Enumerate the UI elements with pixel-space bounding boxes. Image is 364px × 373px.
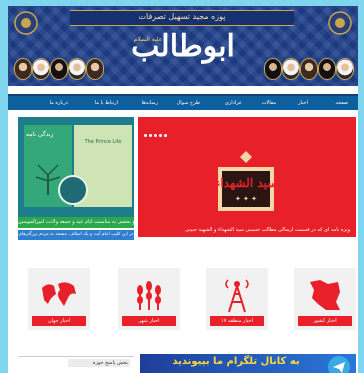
nav-item[interactable]: عزاداری	[225, 97, 242, 109]
nav-item[interactable]: رسانه‌ها	[142, 97, 158, 109]
portrait	[282, 58, 300, 80]
telegram-banner[interactable]: به کانال تلگرام ما بپیوندید	[140, 354, 356, 373]
svg-text:✦ ✦ ✦: ✦ ✦ ✦	[235, 195, 257, 203]
portrait	[14, 58, 32, 80]
nav-item[interactable]: مقالات	[262, 97, 276, 109]
portrait	[264, 58, 282, 80]
featured-slider[interactable]: سید الشهداء ✦ ✦ ✦ ویژه نامه ای که در قسم…	[138, 117, 356, 237]
book-title: زندگی نامه	[26, 131, 54, 138]
portrait	[50, 58, 68, 80]
banner-subtitle: پوزه مجید تسهیل تصرفات	[138, 12, 226, 21]
portrait	[300, 58, 318, 80]
category-card-region[interactable]: اخبار منطقه ۱۷	[206, 268, 268, 330]
book-promo-tile[interactable]: زندگی نامه The Prince Life	[18, 117, 134, 217]
portrait	[336, 58, 354, 80]
promo-link[interactable]: مسابقه دو بخشی به مناسبت ایام عید و جمعه…	[18, 217, 134, 228]
portrait	[32, 58, 50, 80]
nav-item[interactable]: درباره ما	[50, 97, 68, 109]
emblem-icon	[328, 11, 352, 35]
sidebar-widget: بخش پاسخ حوزه	[18, 356, 134, 373]
radio-tower-icon	[225, 279, 249, 313]
header-banner: پوزه مجید تسهیل تصرفات ابوطالب علیه السل…	[8, 6, 358, 86]
category-card-country[interactable]: اخبار کشور	[294, 268, 356, 330]
category-card-world[interactable]: اخبار جهان	[28, 268, 90, 330]
world-map-icon	[42, 282, 76, 306]
telegram-banner-text: به کانال تلگرام ما بپیوندید	[172, 356, 300, 367]
page-frame: پوزه مجید تسهیل تصرفات ابوطالب علیه السل…	[8, 6, 358, 373]
nav-item[interactable]: ارتباط با ما	[95, 97, 118, 109]
site-title[interactable]: ابوطالب	[98, 24, 268, 70]
play-circle-icon[interactable]	[58, 175, 88, 205]
nav-item[interactable]: طرح سوال	[177, 97, 200, 109]
telegram-icon	[328, 356, 350, 373]
category-label: اخبار جهان	[32, 316, 86, 326]
portrait	[86, 58, 104, 80]
promo-link[interactable]: در این کلیپ امام آیت و یک اسلام ، مسجد ب…	[18, 230, 134, 240]
main-nav: صفحه اخبار مقالات عزاداری طرح سوال رسانه…	[8, 94, 358, 110]
portrait	[68, 58, 86, 80]
site-title-small: علیه السلام	[133, 36, 163, 43]
nav-item[interactable]: اخبار	[298, 97, 308, 109]
iran-map-icon	[310, 280, 340, 310]
slider-dots[interactable]	[144, 122, 169, 141]
category-label: اخبار کشور	[298, 316, 352, 326]
category-card-city[interactable]: اخبار شهر	[118, 268, 180, 330]
sayyid-al-shuhada-logo: سید الشهداء ✦ ✦ ✦	[215, 151, 278, 211]
book-title: The Prince Life	[84, 139, 122, 145]
portrait	[318, 58, 336, 80]
category-label: اخبار منطقه ۱۷	[210, 316, 264, 326]
nav-item[interactable]: صفحه	[335, 97, 348, 109]
category-label: اخبار شهر	[122, 316, 176, 326]
wheat-icon	[137, 281, 161, 310]
emblem-icon	[14, 11, 38, 35]
logo-text: سید الشهداء	[215, 176, 278, 191]
sidebar-widget-header: بخش پاسخ حوزه	[68, 359, 130, 367]
slider-caption[interactable]: ویژه نامه ای که در قسمت ارسالی مطالب حسی…	[144, 227, 350, 233]
